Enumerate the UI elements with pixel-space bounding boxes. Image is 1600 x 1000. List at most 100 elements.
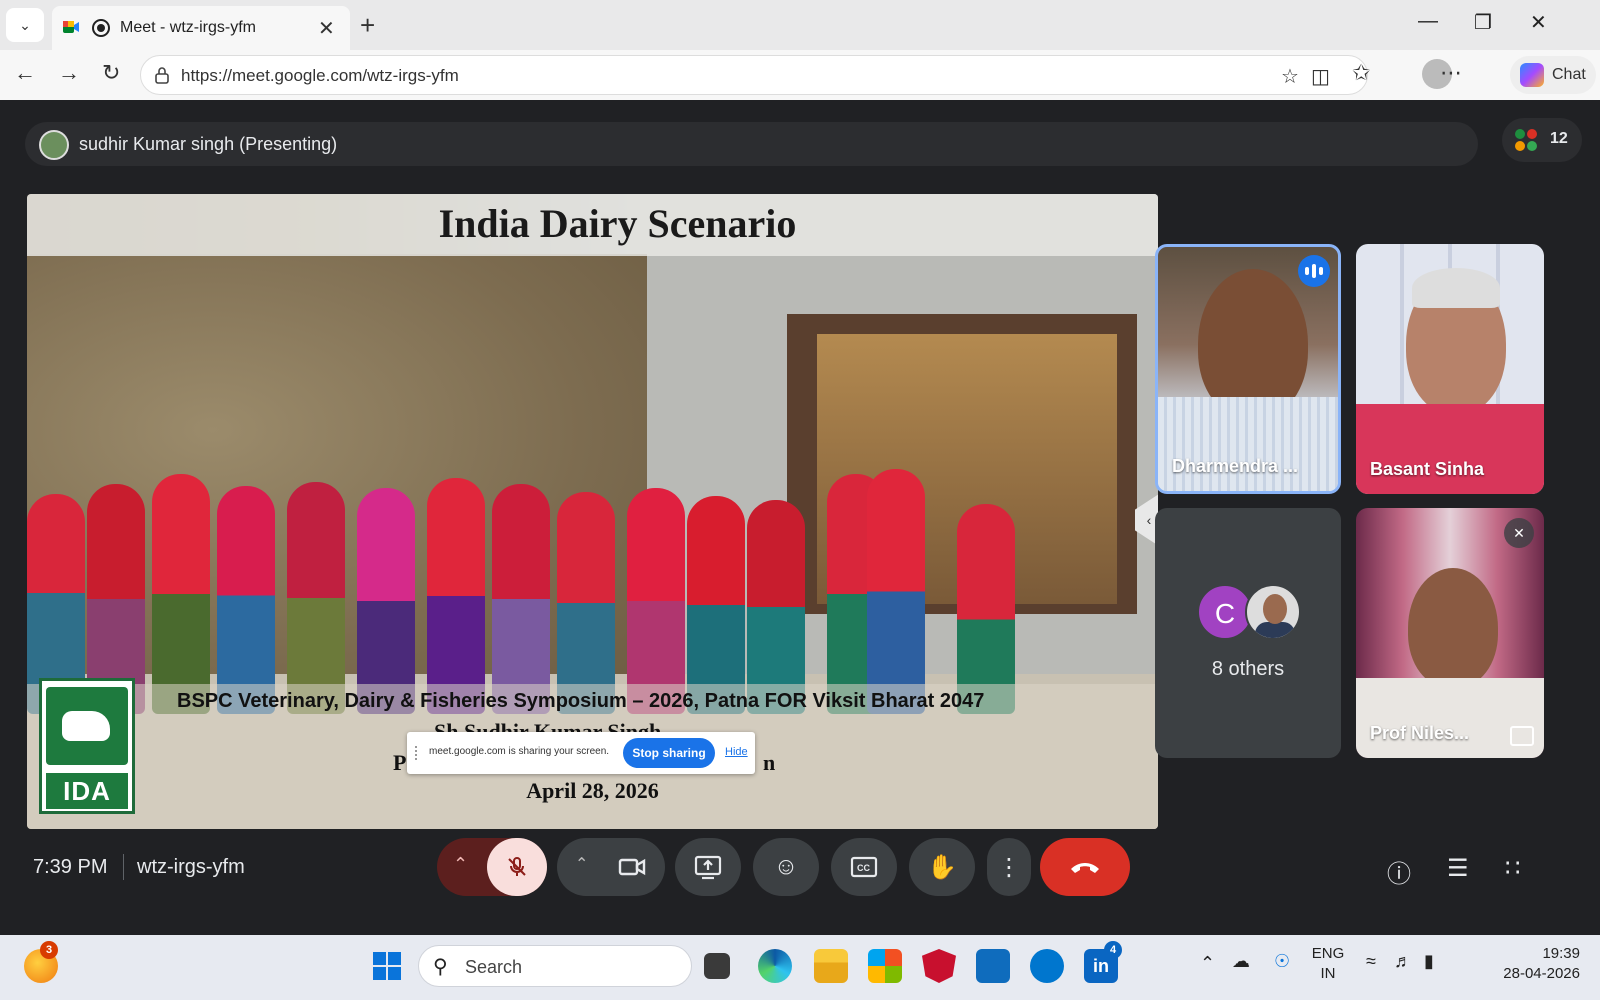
video-settings-chevron-icon[interactable]: ⌃ bbox=[575, 854, 588, 874]
file-explorer-icon[interactable] bbox=[814, 949, 848, 983]
new-tab-button[interactable]: + bbox=[360, 10, 375, 41]
slide-date: April 28, 2026 bbox=[526, 778, 659, 803]
taskbar-date[interactable]: 28-04-2026 bbox=[1470, 965, 1580, 982]
browser-chrome: ⌄ Meet - wtz-irgs-yfm ✕ + — ❐ ✕ ← → ↻ ht… bbox=[0, 0, 1600, 100]
end-call-icon bbox=[1071, 863, 1099, 873]
forward-icon[interactable]: → bbox=[58, 60, 80, 86]
linkedin-badge: 4 bbox=[1104, 941, 1122, 959]
weather-badge: 3 bbox=[40, 941, 58, 959]
battery-icon[interactable]: ▮ bbox=[1424, 951, 1434, 972]
edge-browser-icon[interactable] bbox=[758, 949, 792, 983]
participant-count: 12 bbox=[1550, 130, 1568, 147]
presenting-bar: sudhir Kumar singh (Presenting) bbox=[25, 122, 1478, 166]
audio-settings-chevron-icon[interactable]: ⌃ bbox=[453, 854, 468, 875]
slide-designation-left: P bbox=[393, 750, 407, 775]
meet-window: sudhir Kumar singh (Presenting) 12 India… bbox=[5, 100, 1595, 935]
wifi-icon[interactable]: ≈ bbox=[1366, 951, 1376, 972]
window-close-icon[interactable]: ✕ bbox=[1530, 10, 1547, 35]
copilot-chat-button[interactable]: Chat bbox=[1510, 56, 1596, 94]
more-options-icon[interactable]: ⋯ bbox=[1440, 60, 1462, 86]
captions-button[interactable]: CC bbox=[831, 838, 897, 896]
participant-name: Basant Sinha bbox=[1370, 459, 1485, 479]
divider bbox=[123, 854, 124, 880]
tab-title: Meet - wtz-irgs-yfm bbox=[120, 19, 256, 36]
taskbar-time[interactable]: 19:39 bbox=[1500, 945, 1580, 962]
hide-banner-link[interactable]: Hide bbox=[725, 746, 748, 758]
task-view-icon[interactable] bbox=[704, 953, 730, 979]
shared-screen-slide: India Dairy Scenario IDA BSPC Veterinary… bbox=[27, 194, 1158, 829]
present-screen-button[interactable] bbox=[675, 838, 741, 896]
participant-name: Dharmendra ... bbox=[1172, 456, 1299, 476]
more-vertical-icon: ⋮ bbox=[997, 853, 1021, 881]
url-text[interactable]: https://meet.google.com/wtz-irgs-yfm bbox=[181, 66, 459, 86]
outlook-icon[interactable] bbox=[976, 949, 1010, 983]
participant-avatars-icon bbox=[1515, 129, 1537, 151]
svg-text:CC: CC bbox=[857, 863, 870, 873]
raise-hand-button[interactable]: ✋ bbox=[909, 838, 975, 896]
cow-emblem-icon bbox=[46, 687, 128, 765]
recording-icon bbox=[92, 19, 110, 37]
slide-designation-right: n bbox=[763, 750, 776, 775]
participants-button[interactable]: 12 bbox=[1502, 118, 1582, 162]
chat-label: Chat bbox=[1552, 66, 1586, 83]
browser-tab-meet[interactable]: Meet - wtz-irgs-yfm ✕ bbox=[52, 6, 350, 50]
leave-call-button[interactable] bbox=[1040, 838, 1130, 896]
mic-off-icon bbox=[508, 857, 526, 876]
back-icon[interactable]: ← bbox=[14, 60, 36, 86]
search-placeholder: Search bbox=[465, 957, 523, 977]
windows-start-icon[interactable] bbox=[370, 949, 404, 983]
stop-sharing-button[interactable]: Stop sharing bbox=[623, 738, 715, 768]
taskbar-search[interactable]: ⚲ Search bbox=[418, 945, 692, 987]
reload-icon[interactable]: ↻ bbox=[102, 60, 120, 86]
search-icon: ⚲ bbox=[433, 956, 448, 978]
address-bar[interactable]: https://meet.google.com/wtz-irgs-yfm ☆ ◫ bbox=[140, 55, 1368, 95]
taskbar: 3 ⚲ Search in 4 ⌃ ☁ ☉ ENG IN ≈ ♬ ▮ 19:39… bbox=[0, 935, 1600, 1000]
slide-subtitle: BSPC Veterinary, Dairy & Fisheries Sympo… bbox=[177, 690, 985, 712]
participant-video bbox=[1408, 568, 1498, 688]
share-message: meet.google.com is sharing your screen. bbox=[429, 746, 610, 757]
more-options-button[interactable]: ⋮ bbox=[987, 838, 1031, 896]
minimize-icon[interactable]: — bbox=[1418, 10, 1438, 33]
favorites-icon[interactable]: ✩ bbox=[1352, 60, 1370, 86]
participant-tile-dharmendra[interactable]: Dharmendra ... bbox=[1155, 244, 1341, 494]
slide-title: India Dairy Scenario bbox=[438, 201, 797, 246]
tab-list-chevron-icon[interactable]: ⌄ bbox=[6, 8, 44, 42]
chat-icon[interactable]: ☰ bbox=[1447, 854, 1469, 883]
participant-video-shirt bbox=[1356, 404, 1544, 494]
mic-muted-button[interactable] bbox=[487, 838, 547, 896]
participant-tile-niles[interactable]: ✕ Prof Niles... bbox=[1356, 508, 1544, 758]
call-controls-bar: 7:39 PM wtz-irgs-yfm ⌃ ⌃ ☺ CC ✋ ⋮ ⓘ ☰ ∷ bbox=[5, 830, 1595, 935]
mic-control-group: ⌃ bbox=[437, 838, 547, 896]
onedrive-icon[interactable]: ☁ bbox=[1232, 951, 1250, 972]
volume-icon[interactable]: ♬ bbox=[1394, 951, 1412, 972]
participant-video-hair bbox=[1412, 268, 1500, 308]
participant-video-shirt bbox=[1356, 678, 1544, 758]
tab-close-icon[interactable]: ✕ bbox=[318, 16, 335, 41]
reactions-button[interactable]: ☺ bbox=[753, 838, 819, 896]
meeting-info-icon[interactable]: ⓘ bbox=[1387, 854, 1411, 889]
microphone-icon[interactable]: ☉ bbox=[1274, 951, 1290, 972]
emoji-icon: ☺ bbox=[773, 853, 799, 880]
picture-in-picture-icon[interactable] bbox=[1510, 726, 1534, 746]
dell-icon[interactable] bbox=[1030, 949, 1064, 983]
language-bottom[interactable]: IN bbox=[1310, 965, 1346, 982]
restore-icon[interactable]: ❐ bbox=[1474, 10, 1492, 35]
muted-mic-icon: ✕ bbox=[1504, 518, 1534, 548]
participant-tile-basant[interactable]: Basant Sinha bbox=[1356, 244, 1544, 494]
speaking-indicator-icon bbox=[1298, 255, 1330, 287]
microsoft-store-icon[interactable] bbox=[868, 949, 902, 983]
mcafee-icon[interactable] bbox=[922, 949, 956, 983]
site-info-icon[interactable] bbox=[153, 66, 171, 84]
activities-grid-icon[interactable]: ∷ bbox=[1505, 854, 1520, 883]
presenter-label: sudhir Kumar singh (Presenting) bbox=[79, 134, 338, 154]
show-hidden-icons-chevron-icon[interactable]: ⌃ bbox=[1200, 953, 1215, 974]
others-tile[interactable]: C 8 others bbox=[1155, 508, 1341, 758]
video-camera-icon[interactable]: ◫ bbox=[1311, 64, 1330, 89]
hand-icon: ✋ bbox=[927, 853, 957, 881]
language-top[interactable]: ENG bbox=[1310, 945, 1346, 962]
avatar bbox=[1245, 584, 1301, 640]
favorite-star-icon[interactable]: ☆ bbox=[1281, 64, 1299, 89]
drag-handle-icon[interactable] bbox=[415, 746, 419, 760]
camera-icon[interactable] bbox=[617, 852, 647, 882]
slide-photo-women bbox=[27, 454, 1158, 714]
